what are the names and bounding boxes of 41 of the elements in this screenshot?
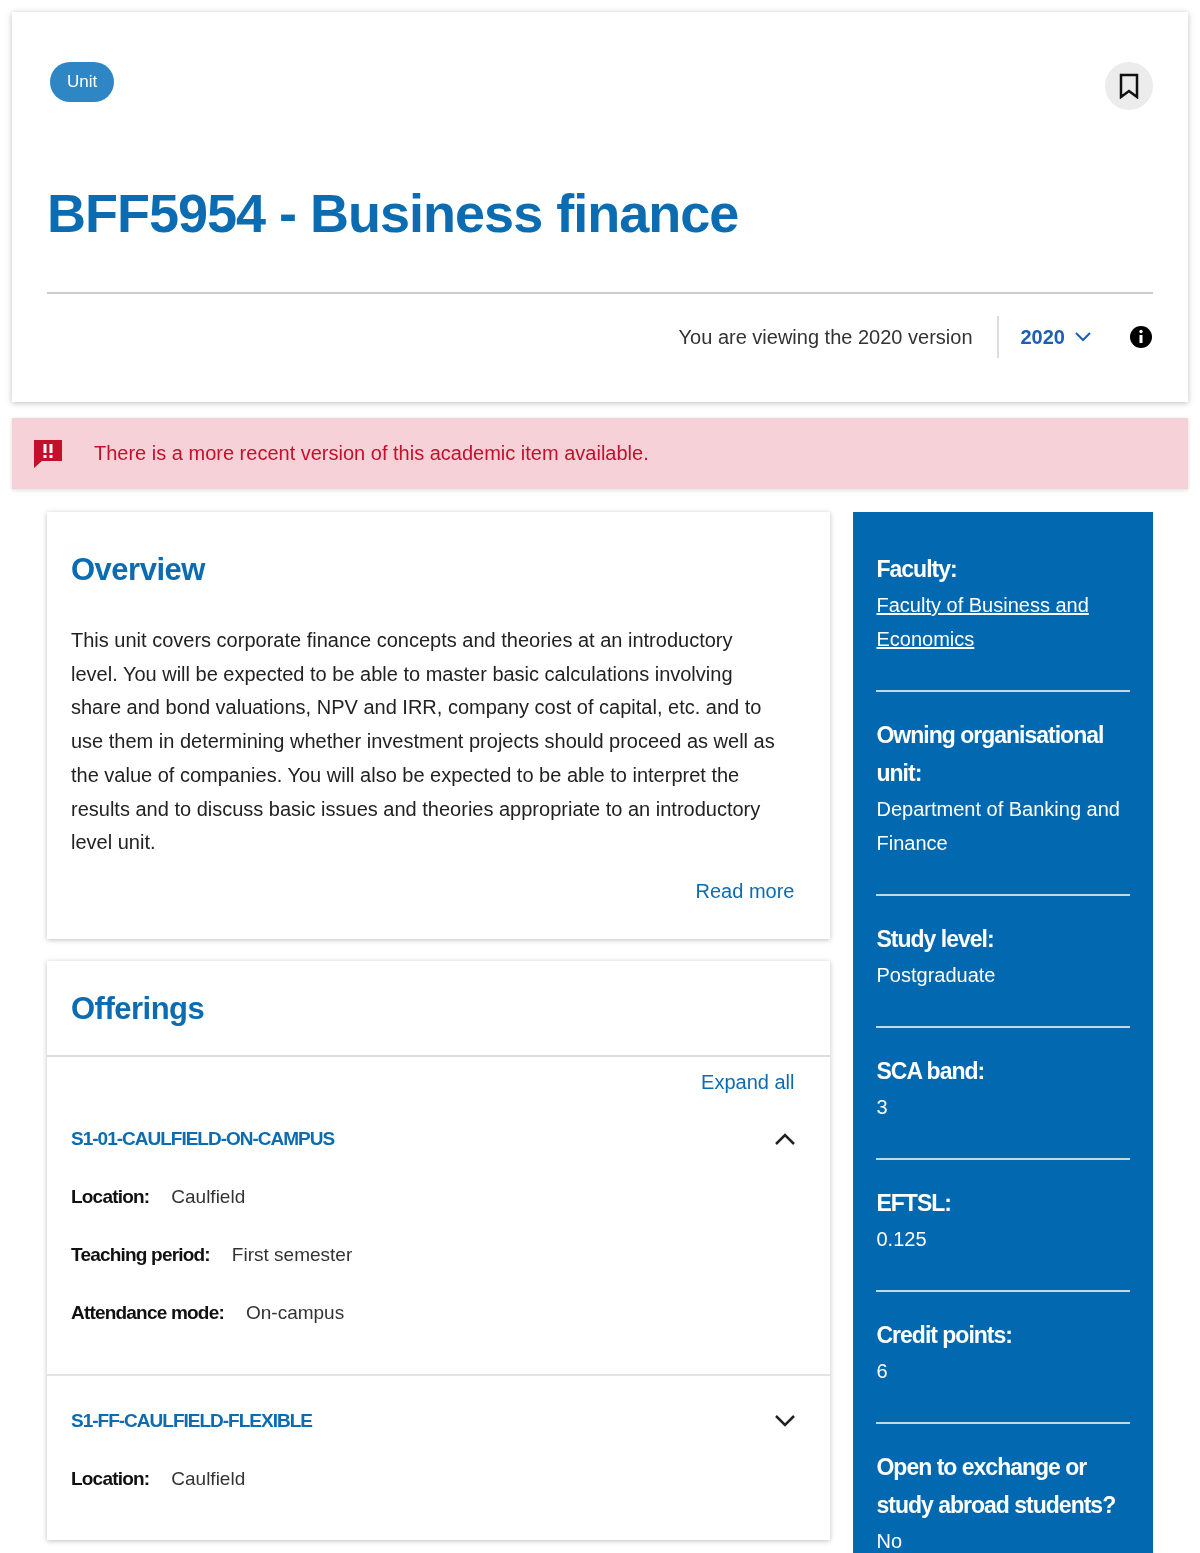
info-label: Open to exchange or study abroad students? [876, 1453, 1117, 1520]
faculty-link[interactable]: Faculty of Business and Economics [876, 588, 1130, 656]
info-label: Faculty: [876, 555, 958, 584]
info-label: Owning organisational unit: [876, 721, 1105, 788]
overview-text: This unit covers corporate finance concepts and theories at an introductory level. You will be expected to be able to master basic calculations involving share and bond valuations, NPV and IRR, company cost of capital, etc. and to use them in determining whether investment projects should proceed as well as the value of companies. You will also be expected to be able to interpret the results and to discuss basic issues and theories appropriate to an introductory level unit. [71, 628, 776, 856]
info-icon[interactable] [1129, 325, 1153, 349]
expand-button[interactable] [774, 1413, 797, 1428]
collapse-button[interactable] [774, 1131, 797, 1146]
detail-label: Teaching period: [71, 1243, 210, 1266]
unit-title: BFF5954 - Business finance [47, 182, 740, 244]
expand-all-link[interactable]: Expand all [47, 1056, 831, 1094]
section-heading: Overview [71, 552, 207, 588]
info-label: EFTSL: [876, 1189, 952, 1218]
detail-value: Caulfield [171, 1185, 246, 1208]
info-value: 6 [876, 1359, 889, 1384]
unit-badge: Unit [50, 62, 115, 102]
section-heading: Offerings [71, 990, 206, 1027]
detail-value: First semester [231, 1243, 353, 1266]
version-text: You are viewing the 2020 version [678, 325, 974, 349]
offering-title[interactable]: S1-FF-CAULFIELD-FLEXIBLE [71, 1409, 312, 1432]
detail-label: Location: [71, 1185, 150, 1208]
detail-label: Location: [71, 1467, 150, 1490]
info-label: SCA band: [876, 1057, 986, 1086]
bookmark-button[interactable] [1105, 62, 1153, 110]
bookmark-icon [1119, 73, 1139, 99]
info-value: 0.125 [876, 1227, 928, 1252]
info-value: No [876, 1529, 904, 1553]
read-more-link[interactable]: Read more [71, 879, 795, 903]
detail-value: On-campus [245, 1301, 345, 1324]
info-label: Study level: [876, 925, 995, 954]
info-value: 3 [876, 1095, 889, 1120]
detail-label: Attendance mode: [71, 1301, 224, 1324]
info-label: Credit points: [876, 1321, 1013, 1350]
alert-icon [32, 437, 64, 470]
alert-text: There is a more recent version of this academic item available. [94, 442, 649, 465]
version-select[interactable]: 2020 [998, 325, 1113, 349]
info-value: Postgraduate [876, 963, 997, 988]
offering-title[interactable]: S1-01-CAULFIELD-ON-CAMPUS [71, 1127, 335, 1150]
detail-value: Caulfield [171, 1467, 246, 1490]
info-value: Department of Banking and Finance [876, 797, 1121, 856]
chevron-down-icon [1075, 332, 1091, 342]
